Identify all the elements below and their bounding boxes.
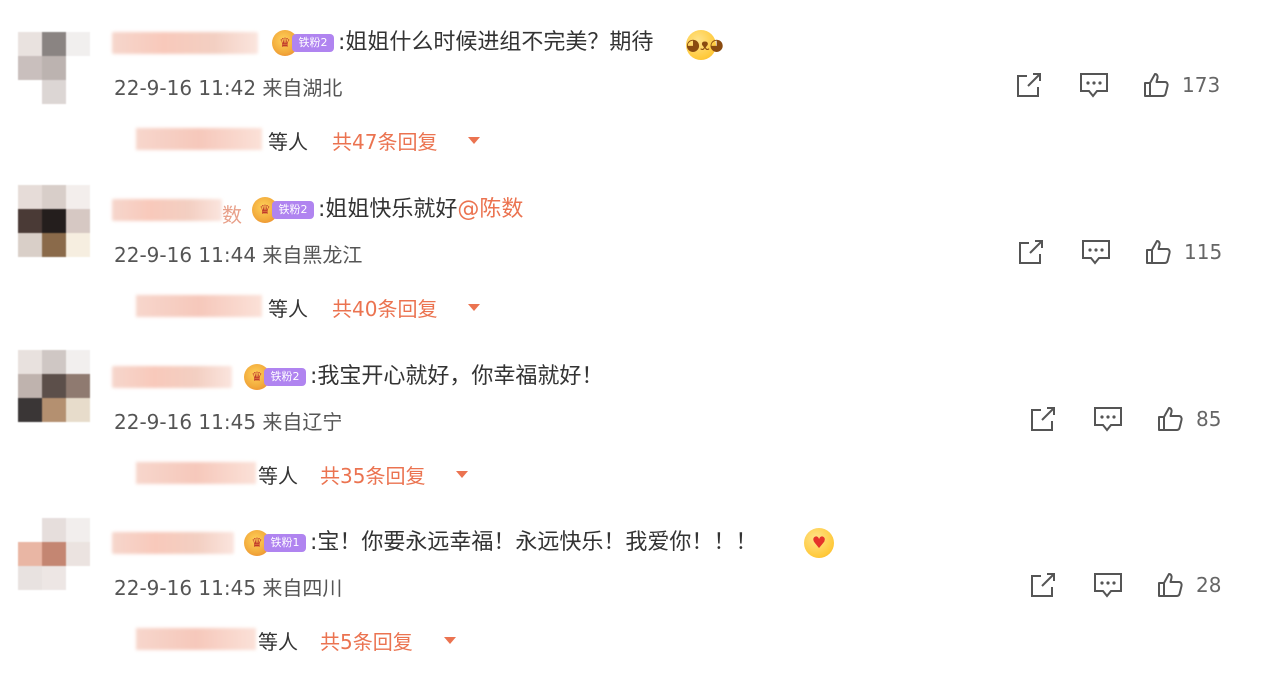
reply-button[interactable] bbox=[1078, 70, 1110, 100]
love-emoji-icon: ♥ bbox=[804, 528, 834, 558]
reply-users bbox=[136, 295, 262, 317]
reply-count-link[interactable]: 共5条回复 bbox=[320, 626, 413, 655]
like-button[interactable]: 28 bbox=[1156, 570, 1221, 600]
comment-item: 数 ♛ 铁粉2 :姐姐快乐就好@陈数 22-9-16 11:44 来自黑龙江 1… bbox=[0, 185, 1264, 362]
reply-users bbox=[136, 128, 262, 150]
fan-level-label: 铁粉2 bbox=[264, 368, 306, 386]
comment-icon bbox=[1094, 407, 1122, 432]
fan-level-label: 铁粉1 bbox=[264, 534, 306, 552]
reply-users-suffix: 等人 bbox=[268, 297, 308, 321]
share-button[interactable] bbox=[1028, 404, 1058, 434]
comment-icon bbox=[1094, 573, 1122, 598]
caret-down-icon[interactable] bbox=[468, 137, 480, 144]
thumbs-up-icon bbox=[1158, 407, 1183, 431]
reply-users-suffix: 等人 bbox=[258, 464, 298, 488]
reply-count-link[interactable]: 共40条回复 bbox=[332, 293, 437, 322]
reply-button[interactable] bbox=[1080, 237, 1112, 267]
share-icon bbox=[1017, 73, 1041, 97]
reply-users bbox=[136, 628, 256, 650]
fan-level-label: 铁粉2 bbox=[292, 34, 334, 52]
like-button[interactable]: 173 bbox=[1142, 70, 1220, 100]
comment-body: :姐姐什么时候进组不完美？期待 bbox=[338, 30, 654, 55]
share-button[interactable] bbox=[1014, 70, 1044, 100]
reply-button[interactable] bbox=[1092, 570, 1124, 600]
reply-users-suffix: 等人 bbox=[258, 630, 298, 654]
like-count: 173 bbox=[1182, 73, 1221, 97]
like-button[interactable]: 85 bbox=[1156, 404, 1221, 434]
like-count: 28 bbox=[1196, 573, 1222, 597]
comment-text: :姐姐快乐就好@陈数 bbox=[318, 195, 523, 225]
comment-text: :宝！你要永远幸福！永远快乐！我爱你！！！ bbox=[310, 528, 757, 558]
username[interactable] bbox=[112, 199, 222, 221]
mention-link[interactable]: @陈数 bbox=[457, 197, 523, 222]
share-icon bbox=[1031, 573, 1055, 597]
comment-actions: 85 bbox=[0, 404, 1264, 434]
comment-item: ♛ 铁粉1 :宝！你要永远幸福！永远快乐！我爱你！！！ ♥ 22-9-16 11… bbox=[0, 518, 1264, 695]
reply-users bbox=[136, 462, 256, 484]
username[interactable] bbox=[112, 366, 232, 388]
like-count: 85 bbox=[1196, 407, 1222, 431]
fan-badge[interactable]: ♛ 铁粉2 bbox=[272, 30, 334, 56]
reply-users-suffix: 等人 bbox=[268, 130, 308, 154]
like-count: 115 bbox=[1184, 240, 1223, 264]
reply-count-link[interactable]: 共47条回复 bbox=[332, 126, 437, 155]
thumbs-up-icon bbox=[1144, 73, 1169, 97]
comment-body: :姐姐快乐就好 bbox=[318, 197, 458, 222]
reply-count-link[interactable]: 共35条回复 bbox=[320, 460, 425, 489]
doge-emoji-icon: ◕ᴥ◕ bbox=[686, 30, 724, 60]
comment-icon bbox=[1080, 73, 1108, 98]
comment-actions: 28 bbox=[0, 570, 1264, 600]
share-button[interactable] bbox=[1028, 570, 1058, 600]
share-button[interactable] bbox=[1016, 237, 1046, 267]
fan-level-label: 铁粉2 bbox=[272, 201, 314, 219]
share-icon bbox=[1019, 240, 1043, 264]
thumbs-up-icon bbox=[1158, 573, 1183, 597]
comment-body: :我宝开心就好，你幸福就好！ bbox=[310, 364, 604, 389]
caret-down-icon[interactable] bbox=[444, 637, 456, 644]
fan-badge[interactable]: ♛ 铁粉2 bbox=[252, 197, 314, 223]
caret-down-icon[interactable] bbox=[456, 471, 468, 478]
fan-badge[interactable]: ♛ 铁粉1 bbox=[244, 530, 306, 556]
comment-body: :宝！你要永远幸福！永远快乐！我爱你！！！ bbox=[310, 530, 758, 555]
thumbs-up-icon bbox=[1146, 240, 1171, 264]
caret-down-icon[interactable] bbox=[468, 304, 480, 311]
comment-item: ♛ 铁粉2 :姐姐什么时候进组不完美？期待 ◕ᴥ◕ 22-9-16 11:42 … bbox=[0, 30, 1264, 195]
share-icon bbox=[1031, 407, 1055, 431]
username[interactable] bbox=[112, 532, 234, 554]
comment-text: :我宝开心就好，你幸福就好！ bbox=[310, 362, 603, 392]
comment-actions: 115 bbox=[0, 237, 1264, 267]
fan-badge[interactable]: ♛ 铁粉2 bbox=[244, 364, 306, 390]
comment-item: ♛ 铁粉2 :我宝开心就好，你幸福就好！ 22-9-16 11:45 来自辽宁 … bbox=[0, 350, 1264, 529]
comment-actions: 173 bbox=[0, 70, 1264, 100]
username[interactable] bbox=[112, 32, 258, 54]
comment-text: :姐姐什么时候进组不完美？期待 bbox=[338, 28, 653, 58]
like-button[interactable]: 115 bbox=[1144, 237, 1222, 267]
comment-icon bbox=[1082, 240, 1110, 265]
reply-button[interactable] bbox=[1092, 404, 1124, 434]
username-tail: 数 bbox=[222, 203, 242, 227]
